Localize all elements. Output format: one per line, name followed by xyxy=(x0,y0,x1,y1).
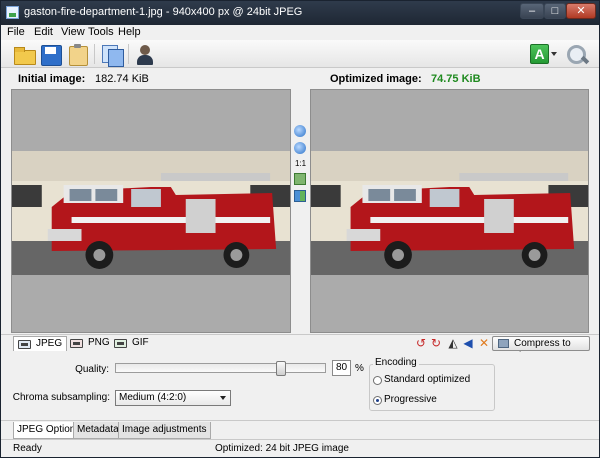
menu-help[interactable]: Help xyxy=(118,26,141,38)
tab-gif-label: GIF xyxy=(132,337,149,348)
bottom-tabs: JPEG Options Metadata Image adjustments xyxy=(1,420,599,439)
tab-metadata[interactable]: Metadata xyxy=(73,422,123,439)
fit-window-icon[interactable] xyxy=(294,173,306,185)
optimized-image-label: Optimized image: xyxy=(330,73,422,85)
tab-image-adjustments[interactable]: Image adjustments xyxy=(118,422,211,439)
clipboard-icon[interactable] xyxy=(66,43,90,66)
chevron-down-icon xyxy=(220,396,226,400)
minimize-button[interactable]: – xyxy=(520,3,544,19)
chroma-subsampling-select[interactable]: Medium (4:2:0) xyxy=(115,390,231,406)
quality-slider-thumb[interactable] xyxy=(275,361,286,376)
initial-image-pane[interactable] xyxy=(11,89,291,333)
quality-label: Quality: xyxy=(75,364,109,375)
fire-truck-image-original xyxy=(12,151,290,275)
save-icon[interactable] xyxy=(39,43,63,66)
jpeg-options-panel xyxy=(1,352,599,418)
title-bar[interactable]: gaston-fire-department-1.jpg - 940x400 p… xyxy=(1,1,599,25)
quality-input[interactable]: 80 xyxy=(332,360,351,376)
chroma-subsampling-value: Medium (4:2:0) xyxy=(119,392,187,403)
tab-jpeg[interactable]: JPEG xyxy=(13,336,68,351)
rotate-left-icon[interactable]: ↺ xyxy=(415,337,427,349)
flip-horizontal-icon[interactable]: ◭ xyxy=(447,337,459,349)
menu-bar: File Edit View Tools Help xyxy=(1,25,599,40)
progressive-radio[interactable] xyxy=(373,396,382,405)
quality-slider[interactable] xyxy=(115,363,326,373)
window-title: gaston-fire-department-1.jpg - 940x400 p… xyxy=(24,6,303,18)
maximize-button[interactable]: □ xyxy=(544,3,566,19)
split-view-icon[interactable] xyxy=(294,190,306,202)
gif-icon xyxy=(114,339,127,348)
folder-open-icon[interactable] xyxy=(12,43,36,65)
initial-image-label: Initial image: xyxy=(18,73,86,85)
crop-icon[interactable]: ✕ xyxy=(478,337,490,349)
initial-image-size: 182.74 KiB xyxy=(95,73,149,85)
standard-optimized-radio[interactable] xyxy=(373,376,382,385)
optimized-image-size: 74.75 KiB xyxy=(431,73,481,85)
size-info-bar: Initial image: 182.74 KiB Optimized imag… xyxy=(1,68,599,88)
status-ready: Ready xyxy=(13,443,42,454)
status-bar: Ready Optimized: 24 bit JPEG image xyxy=(1,439,599,457)
toolbar-separator xyxy=(94,44,95,64)
close-button[interactable]: ✕ xyxy=(566,3,596,19)
toolbar-separator xyxy=(128,44,129,64)
compress-to-size-button[interactable]: Compress to size xyxy=(492,336,590,362)
chroma-subsampling-label: Chroma subsampling: xyxy=(12,392,110,403)
encoding-title: Encoding xyxy=(373,357,419,368)
jpeg-icon xyxy=(18,340,31,349)
zoom-out-icon[interactable] xyxy=(294,142,306,154)
menu-file[interactable]: File xyxy=(7,26,25,38)
tab-jpeg-label: JPEG xyxy=(36,338,63,349)
tab-png[interactable]: PNG xyxy=(66,336,114,351)
png-icon xyxy=(70,339,83,348)
app-window: gaston-fire-department-1.jpg - 940x400 p… xyxy=(0,0,600,458)
zoom-in-icon[interactable] xyxy=(294,125,306,137)
zoom-strip: 1:1 xyxy=(292,89,309,333)
app-icon xyxy=(6,6,19,19)
optimized-image-pane[interactable] xyxy=(310,89,589,333)
status-optimized-info: Optimized: 24 bit JPEG image xyxy=(215,443,349,454)
tab-gif[interactable]: GIF xyxy=(110,336,153,351)
chevron-down-icon[interactable] xyxy=(551,52,557,56)
magnifier-icon[interactable] xyxy=(566,44,590,66)
menu-edit[interactable]: Edit xyxy=(34,26,53,38)
rotate-right-icon[interactable]: ↻ xyxy=(430,337,442,349)
copy-icon[interactable] xyxy=(100,43,124,67)
menu-view[interactable]: View xyxy=(61,26,85,38)
flip-vertical-icon[interactable]: ◀ xyxy=(462,337,474,349)
percent-sign: % xyxy=(355,363,364,374)
a-badge-button[interactable]: A xyxy=(530,44,549,64)
fire-truck-image-optimized xyxy=(311,151,588,275)
actual-size-button[interactable]: 1:1 xyxy=(293,159,308,168)
toolbar xyxy=(1,40,599,68)
standard-optimized-label[interactable]: Standard optimized xyxy=(384,374,470,385)
menu-tools[interactable]: Tools xyxy=(88,26,114,38)
progressive-label[interactable]: Progressive xyxy=(384,394,437,405)
tab-png-label: PNG xyxy=(88,337,110,348)
compress-icon xyxy=(498,339,509,348)
user-icon[interactable] xyxy=(133,43,157,65)
